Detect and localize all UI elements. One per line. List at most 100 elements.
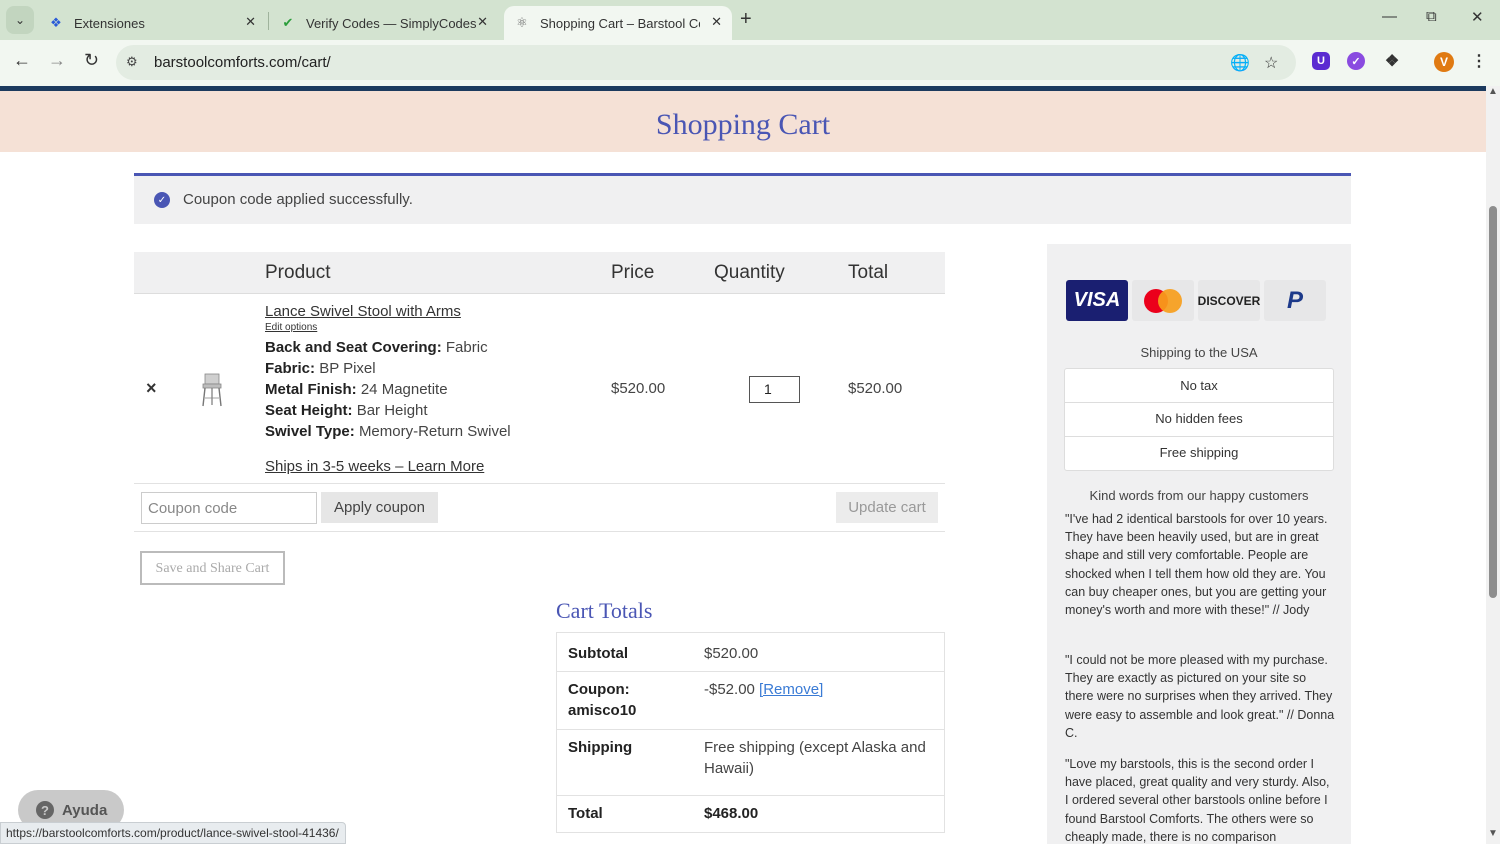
more-menu-icon[interactable]: ⋮ bbox=[1470, 52, 1488, 70]
update-cart-button[interactable]: Update cart bbox=[836, 492, 938, 523]
coupon-label: Coupon: amisco10 bbox=[568, 681, 637, 719]
column-quantity: Quantity bbox=[714, 262, 785, 283]
address-bar[interactable]: ⚙ barstoolcomforts.com/cart/ 🌐 ☆ bbox=[116, 45, 1296, 80]
minimize-icon[interactable]: — bbox=[1382, 8, 1397, 25]
feature-item: No hidden fees bbox=[1155, 411, 1243, 426]
coupon-discount-row: -$52.00 [Remove] bbox=[704, 679, 823, 700]
feature-list: No tax No hidden fees Free shipping bbox=[1064, 368, 1334, 471]
item-total: $520.00 bbox=[848, 380, 903, 397]
tab-simplycodes[interactable]: ✔ Verify Codes — SimplyCodes ✕ bbox=[272, 6, 498, 40]
row-divider bbox=[557, 671, 944, 672]
cart-totals-title: Cart Totals bbox=[556, 598, 653, 623]
notice-text: Coupon code applied successfully. bbox=[183, 191, 413, 208]
testimonial: "I've had 2 identical barstools for over… bbox=[1065, 512, 1328, 618]
help-label: Ayuda bbox=[62, 801, 108, 819]
page-title: Shopping Cart bbox=[655, 108, 831, 141]
apply-coupon-button[interactable]: Apply coupon bbox=[321, 492, 438, 523]
ublock-extension-icon[interactable]: U bbox=[1312, 52, 1330, 70]
testimonials-heading: Kind words from our happy customers bbox=[1089, 488, 1309, 503]
translate-icon[interactable]: 🌐 bbox=[1230, 53, 1250, 73]
tab-title: Shopping Cart – Barstool Comfo bbox=[540, 15, 700, 31]
attribute-value: Fabric bbox=[445, 339, 488, 356]
attribute-value: Memory-Return Swivel bbox=[358, 423, 511, 440]
subtotal-label: Subtotal bbox=[568, 645, 628, 662]
browser-toolbar: ← → ↻ ⚙ barstoolcomforts.com/cart/ 🌐 ☆ U… bbox=[0, 40, 1500, 86]
edit-options-link[interactable]: Edit options bbox=[265, 322, 317, 333]
scroll-up-arrow-icon[interactable]: ▲ bbox=[1488, 86, 1498, 97]
attribute-row: Seat Height: Bar Height bbox=[265, 402, 428, 419]
mastercard-icon bbox=[1132, 280, 1194, 321]
visa-card-icon: VISA bbox=[1066, 280, 1128, 321]
save-share-cart-button[interactable]: Save and Share Cart bbox=[140, 551, 285, 585]
attribute-row: Back and Seat Covering: Fabric bbox=[265, 339, 488, 356]
total-label: Total bbox=[568, 805, 603, 822]
attribute-row: Metal Finish: 24 Magnetite bbox=[265, 381, 448, 398]
column-total: Total bbox=[848, 262, 889, 283]
question-icon: ? bbox=[36, 801, 54, 819]
attribute-value: Bar Height bbox=[356, 402, 428, 419]
trust-sidebar: VISA DISCOVER P Shipping to the USA No t… bbox=[1047, 244, 1351, 844]
attribute-label: Metal Finish: bbox=[265, 381, 357, 398]
profile-avatar[interactable]: V bbox=[1434, 52, 1454, 72]
page-header: Shopping Cart bbox=[0, 91, 1486, 152]
remove-coupon-link[interactable]: [Remove] bbox=[759, 681, 823, 698]
site-settings-icon[interactable]: ⚙ bbox=[126, 54, 138, 70]
mastercard-orange-circle bbox=[1158, 288, 1182, 313]
tab-title: Verify Codes — SimplyCodes bbox=[306, 15, 477, 31]
extension-icon[interactable]: ✓ bbox=[1347, 52, 1365, 70]
scroll-down-arrow-icon[interactable]: ▼ bbox=[1488, 828, 1498, 839]
remove-item-icon[interactable]: × bbox=[146, 378, 157, 399]
tab-shopping-cart[interactable]: ⚛ Shopping Cart – Barstool Comfo ✕ bbox=[504, 6, 732, 40]
feature-divider bbox=[1065, 402, 1333, 403]
reload-icon[interactable]: ↻ bbox=[84, 50, 99, 71]
paypal-icon: P bbox=[1264, 280, 1326, 321]
attribute-label: Seat Height: bbox=[265, 402, 353, 419]
coupon-code-input[interactable]: Coupon code bbox=[141, 492, 317, 524]
forward-arrow-icon[interactable]: → bbox=[48, 50, 66, 71]
coupon-value: -$52.00 bbox=[704, 681, 755, 698]
tab-bar: ⌄ ❖ Extensiones ✕ ✔ Verify Codes — Simpl… bbox=[0, 0, 1500, 40]
close-icon[interactable]: ✕ bbox=[477, 14, 488, 30]
tab-extensiones[interactable]: ❖ Extensiones ✕ bbox=[40, 6, 266, 40]
attribute-row: Swivel Type: Memory-Return Swivel bbox=[265, 423, 511, 440]
feature-divider bbox=[1065, 436, 1333, 437]
back-arrow-icon[interactable]: ← bbox=[13, 50, 31, 71]
restore-icon[interactable]: ⧉ bbox=[1426, 8, 1437, 25]
scrollbar-thumb[interactable] bbox=[1489, 206, 1497, 598]
new-tab-plus-icon[interactable]: + bbox=[740, 8, 752, 31]
coupon-notice: ✓ Coupon code applied successfully. bbox=[134, 173, 1351, 224]
check-circle-icon: ✓ bbox=[154, 192, 170, 208]
tab-title: Extensiones bbox=[74, 15, 145, 31]
close-icon[interactable]: ✕ bbox=[711, 14, 722, 30]
cart-actions: Coupon code Apply coupon Update cart bbox=[134, 484, 945, 532]
item-price: $520.00 bbox=[611, 380, 666, 397]
extensions-puzzle-icon[interactable]: ❖ bbox=[1383, 52, 1401, 70]
quantity-input[interactable]: 1 bbox=[749, 376, 800, 403]
shipping-label: Shipping bbox=[568, 739, 633, 756]
window-close-icon[interactable]: ✕ bbox=[1471, 8, 1484, 26]
attribute-label: Swivel Type: bbox=[265, 423, 355, 440]
page-content: Shopping Cart ✓ Coupon code applied succ… bbox=[0, 86, 1486, 844]
tab-search-chevron-icon[interactable]: ⌄ bbox=[6, 6, 34, 34]
attribute-value: BP Pixel bbox=[319, 360, 376, 377]
link-status-bar: https://barstoolcomforts.com/product/lan… bbox=[0, 822, 346, 844]
attribute-row: Fabric: BP Pixel bbox=[265, 360, 376, 377]
product-name-link[interactable]: Lance Swivel Stool with Arms bbox=[265, 303, 461, 320]
attribute-value: 24 Magnetite bbox=[360, 381, 448, 398]
feature-item: No tax bbox=[1180, 378, 1218, 393]
url-text[interactable]: barstoolcomforts.com/cart/ bbox=[154, 54, 331, 71]
cart-totals-table: Subtotal $520.00 Coupon: amisco10 -$52.0… bbox=[556, 632, 945, 833]
barstool-icon: ⚛ bbox=[516, 15, 528, 30]
product-thumbnail[interactable] bbox=[200, 372, 224, 408]
cart-item-row: × Lance Swivel Stool with Arms Edit opti… bbox=[134, 294, 945, 484]
bookmark-star-icon[interactable]: ☆ bbox=[1264, 53, 1278, 73]
row-divider bbox=[557, 795, 944, 796]
shipping-usa-text: Shipping to the USA bbox=[1140, 345, 1258, 360]
shipping-info-link[interactable]: Ships in 3-5 weeks – Learn More bbox=[265, 458, 484, 475]
close-icon[interactable]: ✕ bbox=[245, 14, 256, 30]
feature-item: Free shipping bbox=[1159, 445, 1239, 460]
row-divider bbox=[557, 729, 944, 730]
page-scrollbar[interactable]: ▲ ▼ bbox=[1486, 86, 1500, 844]
shipping-value: Free shipping (except Alaska and Hawaii) bbox=[704, 739, 926, 777]
puzzle-icon: ❖ bbox=[50, 15, 62, 30]
